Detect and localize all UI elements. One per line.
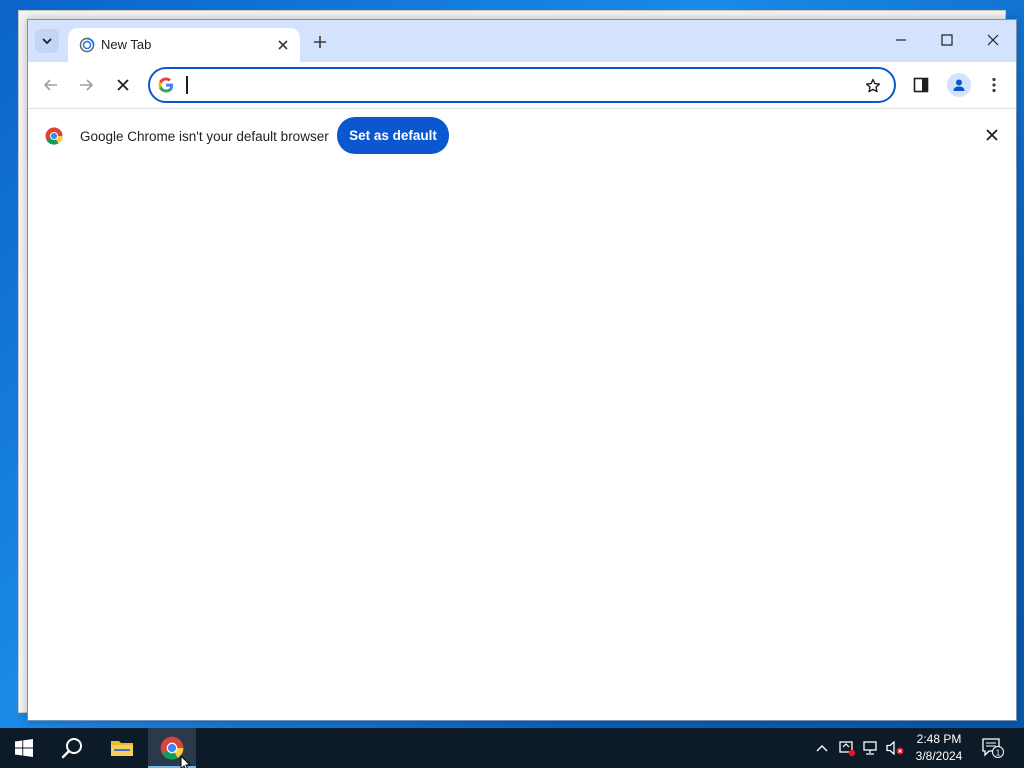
person-icon [953, 79, 965, 91]
tab-search-button[interactable] [35, 29, 59, 53]
text-caret [186, 76, 188, 94]
windows-logo-icon [15, 739, 33, 757]
star-icon [865, 78, 881, 93]
show-hidden-icons-button[interactable] [812, 728, 832, 768]
notification-icon: 1 [982, 738, 1004, 758]
chrome-icon [45, 127, 63, 145]
tab-new-tab[interactable]: New Tab [68, 28, 300, 62]
notification-count: 1 [996, 749, 1001, 758]
default-browser-infobar: Google Chrome isn't your default browser… [28, 108, 1016, 162]
address-input[interactable] [184, 75, 834, 95]
close-icon [987, 34, 999, 46]
shield-alert-icon [839, 741, 856, 757]
maximize-icon [941, 34, 953, 46]
taskbar-search-button[interactable] [48, 728, 96, 768]
start-button[interactable] [0, 728, 48, 768]
set-as-default-button[interactable]: Set as default [337, 117, 449, 154]
close-window-button[interactable] [970, 20, 1016, 60]
close-icon [278, 40, 288, 50]
forward-button[interactable] [73, 72, 99, 98]
infobar-message: Google Chrome isn't your default browser [80, 129, 329, 144]
file-explorer-button[interactable] [98, 728, 146, 768]
network-icon [863, 741, 877, 755]
tab-title: New Tab [101, 37, 152, 52]
chrome-menu-button[interactable] [984, 73, 1004, 97]
bookmark-button[interactable] [862, 75, 884, 97]
chevron-up-icon [816, 745, 828, 752]
new-tab-button[interactable] [308, 30, 332, 54]
search-icon [61, 738, 82, 759]
address-bar[interactable] [148, 67, 896, 103]
arrow-left-icon [43, 79, 57, 91]
mouse-cursor-icon [180, 755, 192, 768]
close-icon [117, 79, 129, 91]
toolbar [28, 62, 1016, 108]
new-tab-spinner-icon [79, 37, 95, 53]
folder-icon [111, 741, 133, 756]
chrome-window: New Tab Google Chrome isn't your default… [27, 19, 1017, 721]
stop-loading-button[interactable] [110, 72, 136, 98]
notifications-button[interactable]: 1 [980, 728, 1006, 768]
clock-date: 3/8/2024 [915, 749, 963, 763]
maximize-button[interactable] [924, 20, 970, 60]
taskbar: 2:48 PM 3/8/2024 1 [0, 728, 1024, 768]
infobar-close-button[interactable] [982, 125, 1002, 145]
security-tray-icon[interactable] [836, 728, 858, 768]
plus-icon [314, 36, 326, 48]
network-tray-icon[interactable] [860, 728, 882, 768]
volume-tray-icon[interactable] [884, 728, 906, 768]
tab-close-button[interactable] [274, 36, 292, 54]
google-g-icon [158, 77, 174, 93]
chevron-down-icon [42, 38, 52, 45]
clock[interactable]: 2:48 PM 3/8/2024 [908, 731, 970, 765]
kebab-menu-icon [992, 77, 996, 93]
clock-time: 2:48 PM [916, 732, 962, 746]
back-button[interactable] [38, 72, 64, 98]
side-panel-button[interactable] [910, 74, 932, 96]
minimize-icon [896, 39, 906, 41]
volume-muted-icon [886, 740, 904, 756]
minimize-button[interactable] [878, 20, 924, 60]
profile-button[interactable] [947, 73, 971, 97]
page-content [28, 162, 1016, 720]
arrow-right-icon [80, 79, 94, 91]
close-icon [986, 129, 998, 141]
side-panel-icon [913, 77, 929, 93]
title-bar: New Tab [28, 20, 1016, 62]
